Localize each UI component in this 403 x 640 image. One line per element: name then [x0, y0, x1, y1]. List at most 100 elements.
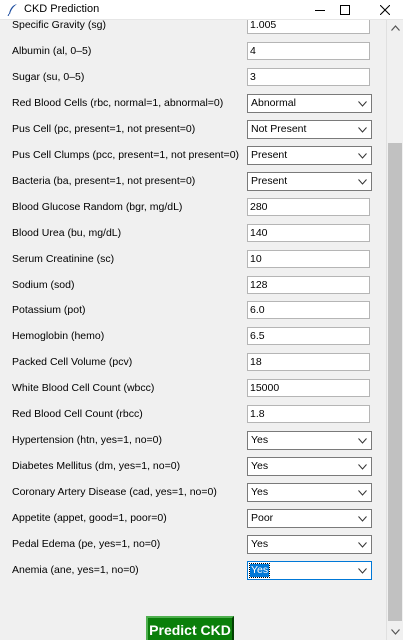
chevron-up-icon: [390, 24, 400, 31]
dropdown-select[interactable]: Not Present: [247, 119, 372, 139]
field-label: Blood Urea (bu, mg/dL): [12, 226, 122, 239]
dropdown-select[interactable]: Present: [247, 171, 372, 191]
field-label: Hypertension (htn, yes=1, no=0): [12, 434, 163, 447]
dropdown-value: Present: [251, 174, 288, 187]
chevron-down-icon: [358, 101, 367, 107]
field-label: Pus Cell (pc, present=1, not present=0): [12, 122, 196, 135]
dropdown-select[interactable]: Yes: [247, 483, 372, 503]
chevron-down-icon: [358, 438, 367, 444]
field-label: Serum Creatinine (sc): [12, 252, 115, 265]
text-entry[interactable]: 280: [247, 197, 370, 216]
text-entry[interactable]: 128: [247, 275, 370, 294]
field-label: White Blood Cell Count (wbcc): [12, 382, 155, 395]
field-label: Pedal Edema (pe, yes=1, no=0): [12, 538, 161, 550]
maximize-button[interactable]: [328, 0, 361, 19]
dropdown-value: Yes: [251, 460, 269, 473]
close-button[interactable]: [368, 0, 401, 19]
field-label: Packed Cell Volume (pcv): [12, 356, 133, 369]
predict-ckd-button[interactable]: Predict CKD: [146, 616, 234, 640]
dropdown-value: Not Present: [251, 122, 307, 135]
minimize-icon: [314, 9, 325, 11]
form-row: Albumin (al, 0–5) 4: [0, 41, 386, 62]
field-label: Red Blood Cell Count (rbcc): [12, 408, 143, 421]
chevron-down-icon: [358, 126, 367, 133]
chevron-down-icon: [390, 628, 400, 635]
dropdown-value: Poor: [251, 512, 274, 525]
form-row: Diabetes Mellitus (dm, yes=1, no=0) Yes: [0, 457, 386, 477]
chevron-down-icon: [358, 542, 367, 548]
field-label: Anemia (ane, yes=1, no=0): [12, 563, 139, 576]
form-row: Bacteria (ba, present=1, not present=0) P…: [0, 171, 386, 192]
dropdown-value: Yes: [251, 434, 269, 447]
scroll-up-button[interactable]: [387, 19, 403, 36]
text-entry[interactable]: 18: [247, 353, 370, 372]
dropdown-value: Yes: [248, 562, 271, 578]
field-label: Hemoglobin (hemo): [12, 330, 105, 343]
text-entry[interactable]: 15000: [247, 379, 370, 398]
dropdown-select[interactable]: Yes: [247, 457, 372, 477]
form-row: Sugar (su, 0–5) 3: [0, 67, 386, 88]
form-row: Serum Creatinine (sc) 10: [0, 249, 386, 270]
form-row: Red Blood Cell Count (rbcc) 1.8: [0, 405, 386, 425]
chevron-down-icon: [358, 568, 367, 574]
chevron-down-icon: [358, 516, 367, 522]
form-scroll-area: Specific Gravity (sg) 1.005 Albumin (al, 0…: [0, 19, 386, 640]
chevron-down-icon: [358, 178, 367, 185]
text-entry[interactable]: 6.0: [247, 301, 370, 320]
field-label: Bacteria (ba, present=1, not present=0): [12, 174, 196, 187]
form-row: Pus Cell (pc, present=1, not present=0) N…: [0, 119, 386, 140]
text-entry[interactable]: 3: [247, 67, 370, 86]
form-row: Appetite (appet, good=1, poor=0) Poor: [0, 509, 386, 529]
dropdown-select[interactable]: Abnormal: [247, 93, 372, 113]
field-label: Coronary Artery Disease (cad, yes=1, no=…: [12, 486, 217, 499]
form-row: Hemoglobin (hemo) 6.5: [0, 327, 386, 347]
field-label: Pus Cell Clumps (pcc, present=1, not pre…: [12, 148, 240, 161]
field-label: Albumin (al, 0–5): [12, 44, 92, 57]
form-row: Blood Urea (bu, mg/dL) 140: [0, 223, 386, 244]
form-row: Pus Cell Clumps (pcc, present=1, not pre…: [0, 145, 386, 166]
form-row: Pedal Edema (pe, yes=1, no=0) Yes: [0, 535, 386, 555]
field-label: Appetite (appet, good=1, poor=0): [12, 512, 167, 525]
form-row: White Blood Cell Count (wbcc) 15000: [0, 379, 386, 399]
form-row: Blood Glucose Random (bgr, mg/dL) 280: [0, 197, 386, 218]
field-label: Sugar (su, 0–5): [12, 70, 85, 83]
form-row: Potassium (pot) 6.0: [0, 301, 386, 321]
dropdown-value: Present: [251, 148, 288, 161]
dropdown-select[interactable]: Yes: [247, 431, 372, 451]
feather-icon: [7, 3, 19, 17]
text-entry[interactable]: 140: [247, 223, 370, 242]
form-row: Specific Gravity (sg) 1.005: [0, 19, 386, 36]
window-title: CKD Prediction: [24, 3, 100, 15]
dropdown-select[interactable]: Present: [247, 145, 372, 165]
field-label: Red Blood Cells (rbc, normal=1, abnormal…: [12, 96, 224, 109]
dropdown-value: Yes: [251, 486, 269, 499]
vertical-scrollbar[interactable]: [386, 19, 403, 640]
text-entry[interactable]: 1.8: [247, 405, 370, 424]
chevron-down-icon: [358, 464, 367, 470]
dropdown-value: Yes: [251, 538, 269, 550]
dropdown-select[interactable]: Yes: [247, 535, 372, 554]
dropdown-select[interactable]: Yes: [247, 560, 372, 580]
form-row: Coronary Artery Disease (cad, yes=1, no=…: [0, 483, 386, 503]
dropdown-select[interactable]: Poor: [247, 509, 372, 529]
scrollbar-thumb[interactable]: [388, 143, 402, 621]
text-entry[interactable]: 6.5: [247, 327, 370, 346]
form-row: Hypertension (htn, yes=1, no=0) Yes: [0, 431, 386, 451]
form-row: Packed Cell Volume (pcv) 18: [0, 353, 386, 373]
form-row: Anemia (ane, yes=1, no=0) Yes: [0, 560, 386, 581]
close-icon: [379, 4, 390, 15]
text-entry[interactable]: 1.005: [247, 19, 370, 34]
chevron-down-icon: [358, 490, 367, 496]
dropdown-value: Abnormal: [251, 96, 296, 109]
form-row: Red Blood Cells (rbc, normal=1, abnormal…: [0, 93, 386, 114]
field-label: Potassium (pot): [12, 304, 86, 317]
title-bar: CKD Prediction: [0, 0, 403, 20]
text-entry[interactable]: 10: [247, 249, 370, 268]
field-label: Blood Glucose Random (bgr, mg/dL): [12, 200, 183, 213]
chevron-down-icon: [358, 152, 367, 159]
form-row: Sodium (sod) 128: [0, 275, 386, 296]
field-label: Sodium (sod): [12, 278, 75, 291]
scroll-down-button[interactable]: [387, 623, 403, 640]
text-entry[interactable]: 4: [247, 41, 370, 60]
field-label: Specific Gravity (sg): [12, 19, 106, 31]
